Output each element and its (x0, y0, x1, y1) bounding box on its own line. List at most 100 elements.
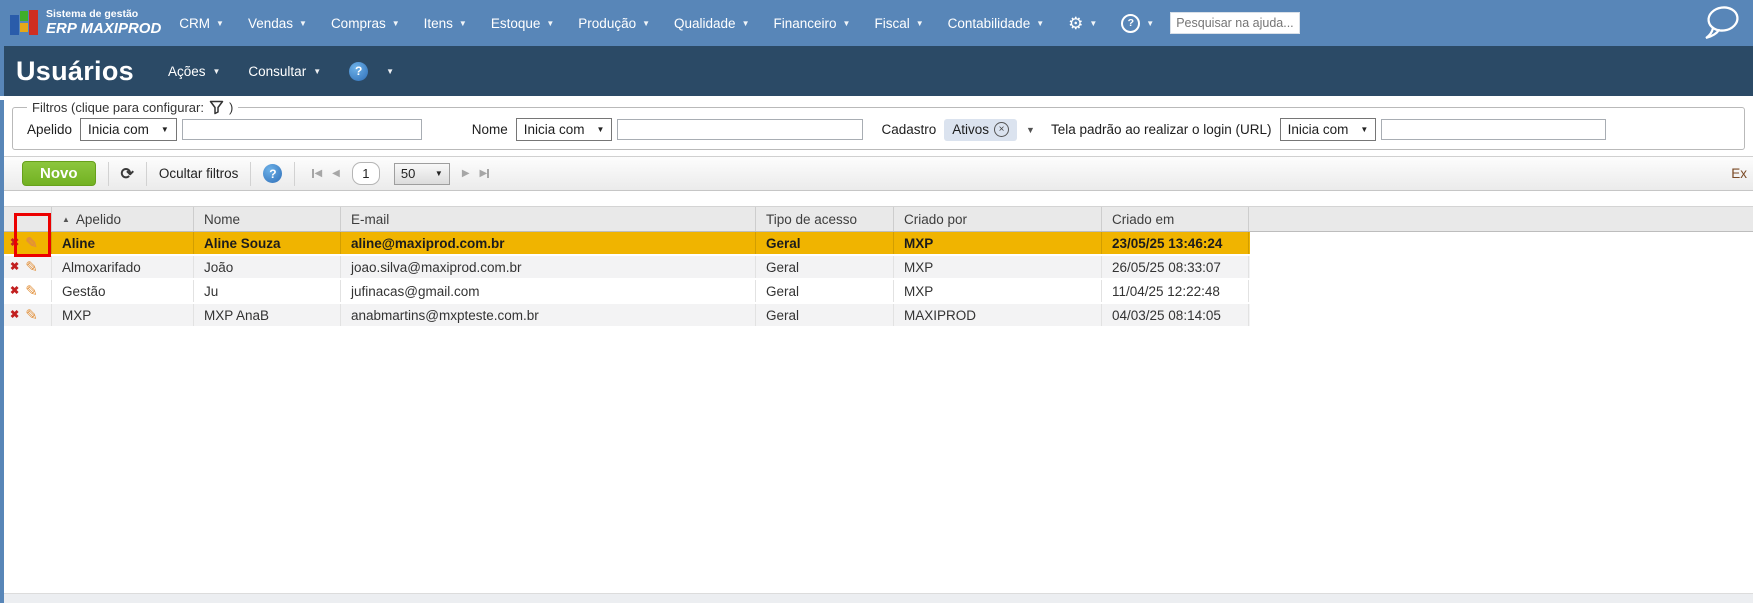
delete-icon[interactable]: ✖ (10, 261, 19, 273)
header-nome[interactable]: Nome (194, 207, 341, 231)
chevron-down-icon: ▼ (842, 18, 851, 28)
select-value: Inicia com (88, 122, 149, 137)
menu-item-vendas[interactable]: Vendas ▼ (248, 16, 307, 31)
row-actions: ✖ ✎ (4, 280, 52, 302)
toolbar-divider (294, 161, 296, 186)
menu-label: Financeiro (773, 15, 837, 31)
cadastro-dropdown-icon[interactable]: ▼ (1026, 125, 1035, 135)
tela-filter-input[interactable] (1381, 119, 1607, 140)
cadastro-ativos-chip[interactable]: Ativos × (944, 118, 1018, 141)
content-area: Filtros (clique para configurar: ) Apeli… (0, 100, 1753, 603)
header-apelido[interactable]: ▲ Apelido (52, 207, 194, 231)
header-criado-em[interactable]: Criado em (1102, 207, 1249, 231)
toolbar-divider (107, 161, 109, 186)
table-row[interactable]: ✖ ✎ Gestão Ju jufinacas@gmail.com Geral … (4, 280, 1250, 304)
edit-pencil-icon[interactable]: ✎ (25, 236, 38, 251)
column-label: Criado em (1112, 211, 1175, 227)
menu-label: CRM (179, 15, 211, 31)
filter-funnel-icon[interactable] (209, 100, 224, 115)
grid-header: ▲ Apelido Nome E-mail Tipo de acesso Cri… (4, 206, 1753, 232)
cell-tipo: Geral (756, 280, 894, 302)
delete-icon[interactable]: ✖ (10, 285, 19, 297)
header-criado-por[interactable]: Criado por (894, 207, 1102, 231)
page-number-input[interactable]: 1 (351, 162, 380, 185)
cell-criado-em: 26/05/25 08:33:07 (1102, 256, 1249, 278)
menu-item-producao[interactable]: Produção ▼ (578, 16, 650, 31)
help-icon[interactable]: ? (263, 164, 283, 183)
next-page-button[interactable]: ▶ (462, 168, 470, 179)
first-page-button[interactable]: ◀ (312, 168, 322, 179)
remove-chip-icon[interactable]: × (994, 122, 1010, 137)
column-label: Tipo de acesso (766, 211, 858, 227)
help-icon: ? (1121, 13, 1141, 33)
menu-item-settings[interactable]: ⚙ ▼ (1068, 15, 1097, 32)
toolbar-divider (250, 161, 252, 186)
apelido-filter-input[interactable] (181, 119, 422, 140)
menu-item-crm[interactable]: CRM ▼ (179, 16, 224, 31)
gear-icon: ⚙ (1068, 13, 1084, 33)
select-value: Inicia com (1287, 122, 1349, 137)
app-window: Sistema de gestão ERP MAXIPROD CRM ▼ Vend… (0, 0, 1753, 603)
nome-operator-select[interactable]: Inicia com ▼ (515, 118, 613, 141)
edit-pencil-icon[interactable]: ✎ (25, 284, 38, 299)
edit-pencil-icon[interactable]: ✎ (25, 308, 38, 323)
last-page-button[interactable]: ▶ (480, 168, 490, 179)
cell-tipo: Geral (756, 304, 894, 326)
cell-criado-por: MXP (894, 280, 1102, 302)
menu-label: Ações (167, 63, 206, 79)
nome-filter-label: Nome (471, 122, 508, 137)
app-logo[interactable]: Sistema de gestão ERP MAXIPROD (10, 8, 161, 38)
page-title: Usuários (16, 55, 134, 86)
apelido-operator-select[interactable]: Inicia com ▼ (80, 118, 177, 141)
logo-tagline: Sistema de gestão (46, 8, 139, 21)
apelido-filter-label: Apelido (27, 122, 73, 137)
export-link[interactable]: Ex (1731, 166, 1747, 181)
filters-legend-text: Filtros (clique para configurar: (32, 100, 204, 115)
chevron-down-icon: ▼ (458, 18, 467, 28)
prev-page-button[interactable]: ◀ (332, 168, 340, 179)
help-icon[interactable]: ? (349, 61, 369, 81)
tela-operator-select[interactable]: Inicia com ▼ (1279, 118, 1377, 141)
table-row[interactable]: ✖ ✎ MXP MXP AnaB anabmartins@mxpteste.co… (4, 304, 1250, 328)
chevron-down-icon: ▼ (915, 18, 924, 28)
header-email[interactable]: E-mail (341, 207, 756, 231)
filters-legend-close: ) (228, 100, 234, 115)
menu-item-contabilidade[interactable]: Contabilidade ▼ (948, 16, 1044, 31)
chevron-down-icon: ▼ (642, 18, 651, 28)
cell-criado-por: MXP (894, 256, 1102, 278)
refresh-icon[interactable]: ⟳ (121, 164, 134, 184)
users-grid: ▲ Apelido Nome E-mail Tipo de acesso Cri… (4, 206, 1753, 328)
menu-item-help[interactable]: ? ▼ (1121, 13, 1155, 33)
column-label: Criado por (904, 211, 968, 227)
page-size-select[interactable]: 50 ▼ (393, 162, 450, 185)
edit-pencil-icon[interactable]: ✎ (25, 260, 38, 275)
table-row[interactable]: ✖ ✎ Almoxarifado João joao.silva@maxipro… (4, 256, 1250, 280)
table-row[interactable]: ✖ ✎ Aline Aline Souza aline@maxiprod.com… (4, 232, 1250, 256)
menu-item-itens[interactable]: Itens ▼ (424, 16, 467, 31)
cell-criado-por: MXP (894, 232, 1102, 254)
titlebar-more-dropdown[interactable]: ▼ (386, 67, 394, 76)
chat-icon[interactable] (1703, 5, 1741, 41)
menu-label: Vendas (247, 15, 294, 31)
ocultar-filtros-button[interactable]: Ocultar filtros (159, 166, 239, 181)
chevron-down-icon: ▼ (1146, 18, 1155, 28)
header-tipo-acesso[interactable]: Tipo de acesso (756, 207, 894, 231)
novo-button[interactable]: Novo (22, 161, 96, 186)
delete-icon[interactable]: ✖ (10, 237, 19, 249)
cell-criado-por: MAXIPROD (894, 304, 1102, 326)
menu-consultar[interactable]: Consultar ▼ (248, 64, 321, 79)
cell-nome: MXP AnaB (194, 304, 341, 326)
chevron-down-icon: ▼ (1089, 18, 1098, 28)
menu-item-financeiro[interactable]: Financeiro ▼ (774, 16, 851, 31)
menu-acoes[interactable]: Ações ▼ (168, 64, 220, 79)
help-search-input[interactable] (1170, 12, 1301, 34)
nome-filter-input[interactable] (617, 119, 864, 140)
menu-label: Compras (330, 15, 386, 31)
chevron-down-icon: ▼ (1036, 18, 1045, 28)
menu-item-compras[interactable]: Compras ▼ (331, 16, 400, 31)
menu-item-estoque[interactable]: Estoque ▼ (491, 16, 554, 31)
menu-item-fiscal[interactable]: Fiscal ▼ (874, 16, 923, 31)
chevron-down-icon: ▼ (741, 18, 750, 28)
delete-icon[interactable]: ✖ (10, 309, 19, 321)
menu-item-qualidade[interactable]: Qualidade ▼ (674, 16, 749, 31)
